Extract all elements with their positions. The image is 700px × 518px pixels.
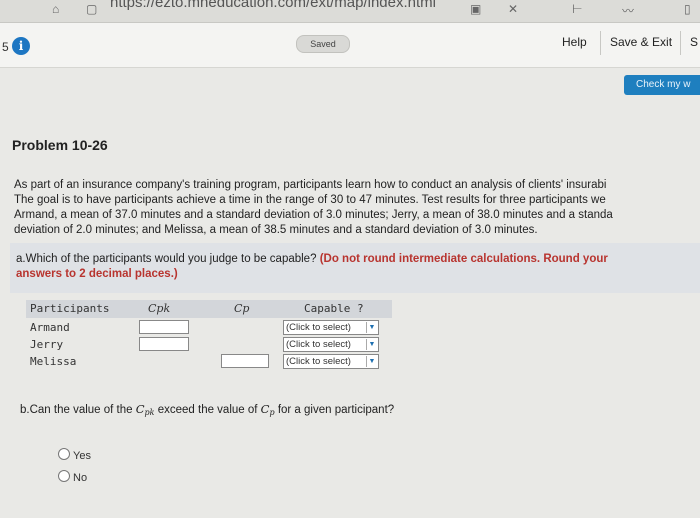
capable-select-jerry[interactable]: (Click to select) ▼	[283, 337, 379, 352]
extension-icon[interactable]: ▣	[470, 2, 481, 16]
chevron-down-icon: ▼	[366, 356, 377, 367]
saved-badge: Saved	[296, 35, 350, 53]
problem-text: As part of an insurance company's traini…	[14, 178, 700, 238]
divider	[600, 31, 601, 55]
header-cp: Cp	[234, 302, 250, 315]
window-icon[interactable]: ▯	[684, 2, 691, 16]
part-a-instruction: (Do not round intermediate calculations.…	[319, 253, 608, 265]
part-b-suffix: for a given participant?	[277, 404, 395, 416]
top-toolbar: 5 i Saved Help Save & Exit S	[0, 23, 700, 68]
help-button[interactable]: Help	[562, 35, 587, 49]
url-text[interactable]: https://ezto.mheducation.com/ext/map/ind…	[110, 0, 436, 11]
problem-text-line: deviation of 2.0 minutes; and Melissa, a…	[14, 224, 538, 236]
part-a-question-text: a.Which of the participants would you ju…	[16, 253, 317, 265]
radio-circle-icon[interactable]	[58, 470, 70, 482]
info-icon[interactable]: i	[12, 37, 30, 55]
question-number: 5	[2, 40, 9, 54]
problem-text-line: Armand, a mean of 37.0 minutes and a sta…	[14, 209, 613, 221]
select-value: (Click to select)	[286, 356, 351, 367]
capable-select-armand[interactable]: (Click to select) ▼	[283, 320, 379, 335]
radio-label: Yes	[73, 450, 91, 462]
answer-table: Participants Cpk Cp Capable ? Armand (Cl…	[26, 300, 392, 370]
problem-title: Problem 10-26	[12, 137, 108, 153]
cpk-symbol: Cpk	[135, 402, 155, 417]
chevron-down-icon: ▼	[366, 339, 377, 350]
part-b-question: b.Can the value of the Cpk exceed the va…	[20, 402, 394, 417]
part-b-mid: exceed the value of	[157, 404, 258, 416]
home-icon[interactable]: ⌂	[52, 2, 59, 16]
header-cpk: Cpk	[148, 302, 171, 315]
header-capable: Capable ?	[304, 302, 364, 315]
radio-circle-icon[interactable]	[58, 448, 70, 460]
capable-select-melissa[interactable]: (Click to select) ▼	[283, 354, 379, 369]
radio-no[interactable]: No	[58, 470, 87, 484]
radio-yes[interactable]: Yes	[58, 448, 91, 462]
part-a-instruction-cont: answers to 2 decimal places.)	[16, 268, 178, 280]
table-header: Participants Cpk Cp Capable ?	[26, 300, 392, 318]
problem-text-line: As part of an insurance company's traini…	[14, 179, 607, 191]
browser-bar: ⌂ ▢ https://ezto.mheducation.com/ext/map…	[0, 0, 700, 23]
radio-label: No	[73, 472, 88, 484]
tab-icon[interactable]: ▢	[86, 2, 97, 16]
save-exit-button[interactable]: Save & Exit	[610, 35, 672, 49]
participant-name: Armand	[30, 321, 70, 334]
part-a-question: a.Which of the participants would you ju…	[16, 252, 700, 282]
participant-name: Jerry	[30, 338, 64, 351]
close-tab-icon[interactable]: ✕	[508, 2, 518, 16]
problem-text-line: The goal is to have participants achieve…	[14, 194, 606, 206]
cpk-input-jerry[interactable]	[139, 337, 189, 351]
cpk-input-armand[interactable]	[139, 320, 189, 334]
cp-symbol: Cp	[260, 402, 275, 417]
check-my-work-button[interactable]: Check my w	[624, 75, 700, 95]
part-a-question-box: a.Which of the participants would you ju…	[10, 243, 700, 293]
divider	[680, 31, 681, 55]
pen-icon[interactable]: 〰	[622, 2, 634, 19]
cp-input-melissa[interactable]	[221, 354, 269, 368]
part-b-prefix: b.Can the value of the	[20, 404, 133, 416]
participant-name: Melissa	[30, 355, 77, 368]
select-value: (Click to select)	[286, 339, 351, 350]
submit-button[interactable]: S	[690, 35, 698, 49]
header-participants: Participants	[30, 302, 110, 315]
chevron-down-icon: ▼	[366, 322, 377, 333]
select-value: (Click to select)	[286, 322, 351, 333]
pin-icon[interactable]: ⊢	[572, 2, 582, 16]
